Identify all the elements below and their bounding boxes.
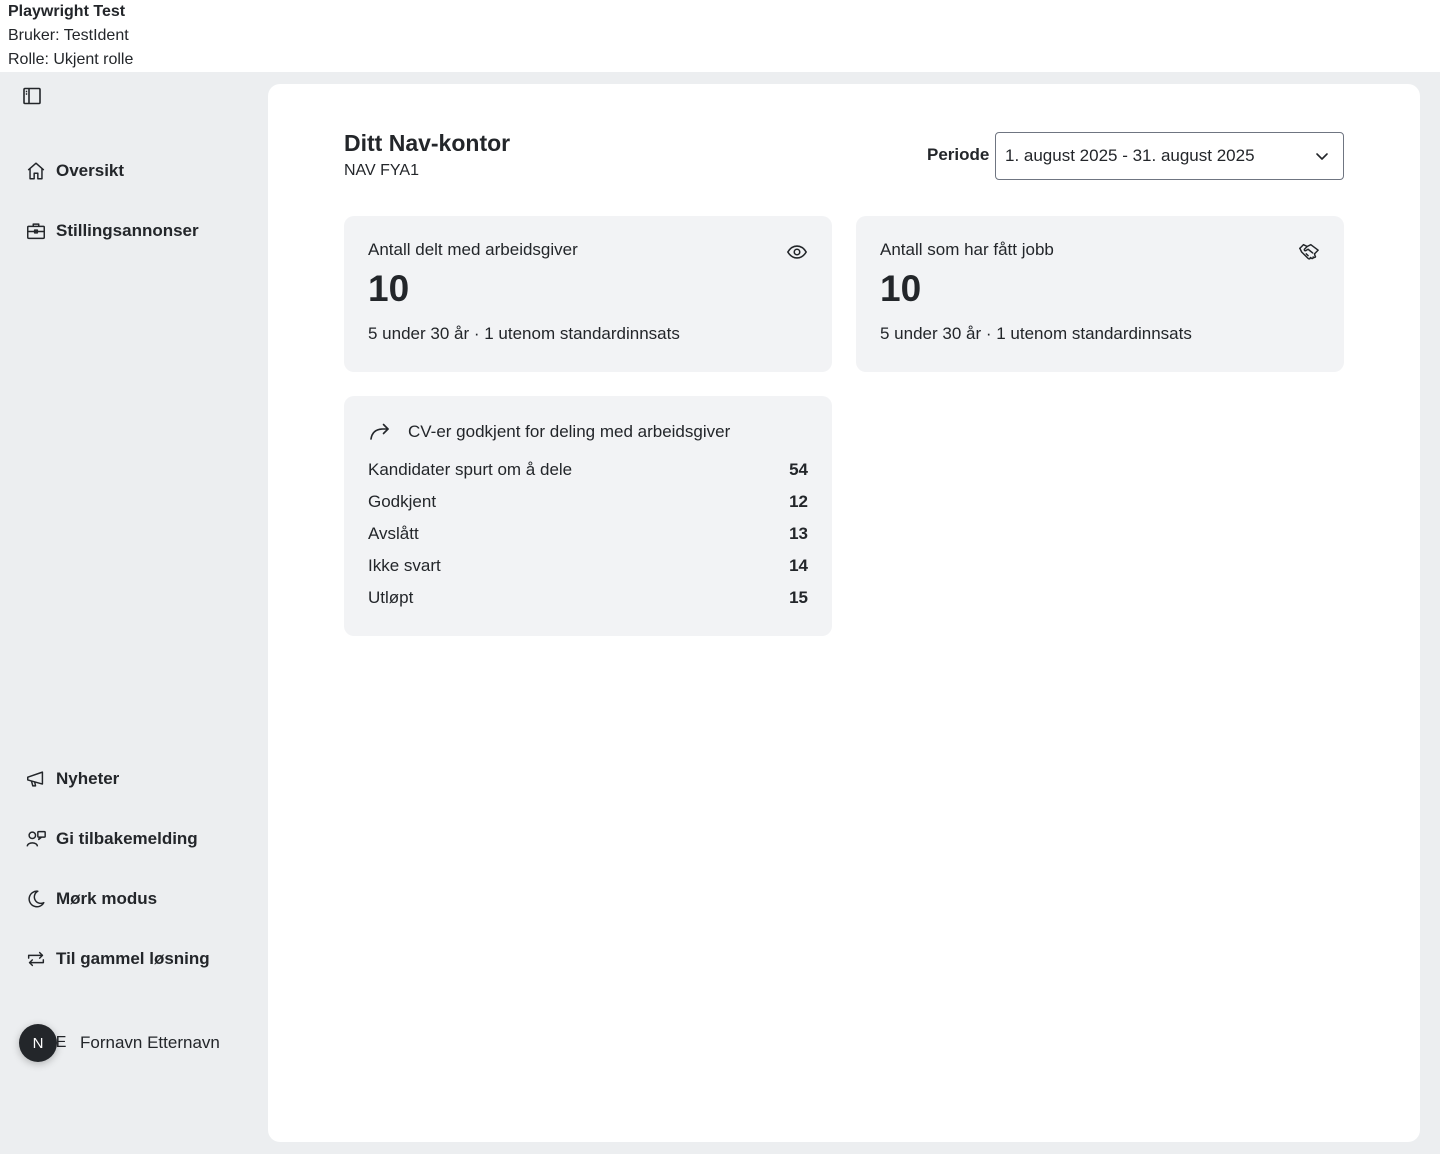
table-row: Ikke svart 14: [368, 556, 808, 576]
sidebar-item-tilbakemelding[interactable]: Gi tilbakemelding: [24, 827, 198, 851]
office-name: NAV FYA1: [344, 162, 419, 179]
stat-card-value: 10: [368, 268, 410, 309]
cv-sharing-header: CV-er godkjent for deling med arbeidsgiv…: [368, 420, 730, 444]
sidebar-toggle-icon[interactable]: [22, 86, 42, 106]
sidebar-item-nyheter[interactable]: Nyheter: [24, 767, 119, 791]
arrows-circle-icon: [24, 947, 48, 971]
house-icon: [24, 159, 48, 183]
row-label: Godkjent: [368, 492, 437, 511]
share-arrow-icon: [368, 420, 392, 444]
test-banner-title: Playwright Test: [8, 3, 126, 20]
handshake-icon: [1298, 241, 1320, 263]
cv-sharing-title: CV-er godkjent for deling med arbeidsgiv…: [408, 422, 731, 441]
megaphone-icon: [24, 767, 48, 791]
table-row: Godkjent 12: [368, 492, 808, 512]
sidebar-item-mork-modus[interactable]: Mørk modus: [24, 887, 157, 911]
stat-card-title: Antall delt med arbeidsgiver: [368, 240, 578, 259]
user-menu[interactable]: N FE Fornavn Etternavn: [19, 1024, 220, 1062]
eye-icon: [786, 241, 808, 263]
feedback-icon: [24, 827, 48, 851]
sidebar-item-label: Stillingsannonser: [56, 221, 199, 240]
sidebar-item-label: Gi tilbakemelding: [56, 829, 198, 848]
stat-card-subtext: 5 under 30 år · 1 utenom standardinnsats: [368, 324, 680, 343]
page-title: Ditt Nav-kontor: [344, 130, 511, 156]
sidebar-item-label: Mørk modus: [56, 889, 158, 908]
stat-card-shared: Antall delt med arbeidsgiver 10 5 under …: [344, 216, 832, 372]
user-name: Fornavn Etternavn: [80, 1033, 220, 1052]
sidebar-item-gammel-losning[interactable]: Til gammel løsning: [24, 947, 210, 971]
sidebar-item-label: Til gammel løsning: [56, 949, 210, 968]
stat-card-value: 10: [880, 268, 922, 309]
row-value: 14: [789, 556, 808, 575]
table-row: Kandidater spurt om å dele 54: [368, 460, 808, 480]
chevron-down-icon: [1313, 147, 1331, 165]
stat-card-got-job: Antall som har fått jobb 10 5 under 30 å…: [856, 216, 1344, 372]
sidebar-item-oversikt[interactable]: Oversikt: [24, 159, 124, 183]
period-label: Periode: [927, 145, 990, 164]
table-row: Utløpt 15: [368, 588, 808, 608]
period-select-value: 1. august 2025 - 31. august 2025: [1005, 146, 1255, 165]
cv-sharing-card: CV-er godkjent for deling med arbeidsgiv…: [344, 396, 832, 636]
test-banner-user: Bruker: TestIdent: [8, 27, 129, 44]
main-panel: Ditt Nav-kontor NAV FYA1 Periode 1. augu…: [268, 84, 1420, 1142]
row-label: Utløpt: [368, 588, 414, 607]
moon-icon: [24, 887, 48, 911]
row-value: 12: [789, 492, 808, 511]
test-banner: Playwright Test Bruker: TestIdent Rolle:…: [0, 0, 1440, 72]
sidebar: Oversikt Stillingsannonser Nyheter Gi ti…: [0, 72, 268, 1154]
avatar[interactable]: N: [19, 1024, 57, 1062]
stat-card-title: Antall som har fått jobb: [880, 240, 1054, 259]
period-select[interactable]: 1. august 2025 - 31. august 2025: [995, 132, 1344, 180]
row-label: Ikke svart: [368, 556, 441, 575]
table-row: Avslått 13: [368, 524, 808, 544]
row-value: 54: [789, 460, 808, 479]
row-value: 15: [789, 588, 808, 607]
sidebar-item-stillingsannonser[interactable]: Stillingsannonser: [24, 219, 199, 243]
row-label: Kandidater spurt om å dele: [368, 460, 573, 479]
test-banner-role: Rolle: Ukjent rolle: [8, 51, 134, 68]
briefcase-icon: [24, 219, 48, 243]
row-label: Avslått: [368, 524, 419, 543]
app-shell: Oversikt Stillingsannonser Nyheter Gi ti…: [0, 72, 1440, 1154]
sidebar-item-label: Oversikt: [56, 161, 125, 180]
row-value: 13: [789, 524, 808, 543]
sidebar-item-label: Nyheter: [56, 769, 120, 788]
stat-card-subtext: 5 under 30 år · 1 utenom standardinnsats: [880, 324, 1192, 343]
